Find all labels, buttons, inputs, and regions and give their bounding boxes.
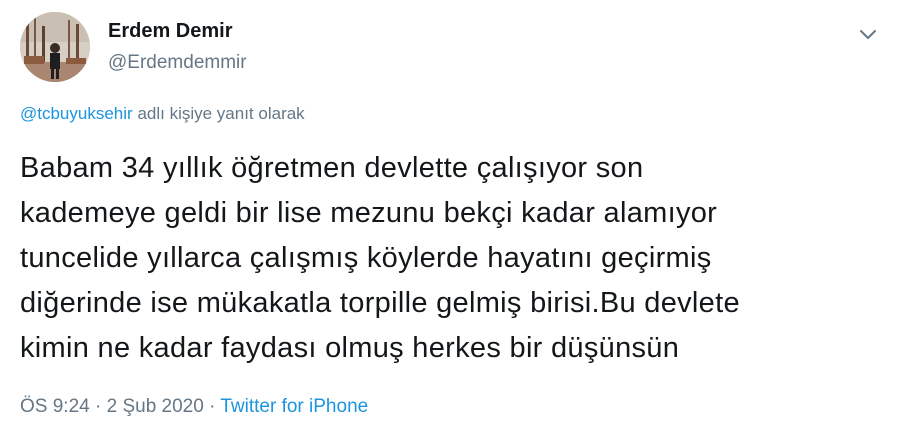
tweet-time-link[interactable]: ÖS 9:24 bbox=[20, 396, 90, 417]
user-handle[interactable]: @Erdemdemmir bbox=[108, 52, 247, 74]
tweet-text-line: kademeye geldi bir lise mezunu bekçi kad… bbox=[20, 197, 718, 229]
reply-suffix: adlı kişiye yanıt olarak bbox=[137, 104, 305, 123]
reply-mention-link[interactable]: @tcbuyuksehir bbox=[20, 104, 133, 123]
tweet-source-link[interactable]: Twitter for iPhone bbox=[220, 396, 368, 417]
chevron-down-icon[interactable] bbox=[856, 22, 880, 46]
meta-separator: · bbox=[95, 396, 102, 417]
meta-separator: · bbox=[209, 396, 216, 417]
tweet-meta: ÖS 9:24 · 2 Şub 2020 · Twitter for iPhon… bbox=[20, 396, 368, 418]
avatar[interactable] bbox=[20, 12, 90, 82]
tweet-text-line: tuncelide yıllarca çalışmış köylerde hay… bbox=[20, 242, 712, 274]
tweet-text-line: Babam 34 yıllık öğretmen devlette çalışı… bbox=[20, 152, 644, 184]
reply-context: @tcbuyuksehir adlı kişiye yanıt olarak bbox=[20, 104, 305, 124]
tweet-date-link[interactable]: 2 Şub 2020 bbox=[107, 396, 204, 417]
tweet-text-line: kimin ne kadar faydası olmuş herkes bir … bbox=[20, 332, 680, 364]
display-name[interactable]: Erdem Demir bbox=[108, 20, 233, 43]
tweet-card: Erdem Demir @Erdemdemmir @tcbuyuksehir a… bbox=[0, 0, 900, 437]
tweet-text: Babam 34 yıllık öğretmen devlette çalışı… bbox=[20, 146, 890, 371]
tweet-text-line: diğerinde ise mükakatla torpille gelmiş … bbox=[20, 287, 740, 319]
profile-photo-icon bbox=[20, 12, 90, 82]
